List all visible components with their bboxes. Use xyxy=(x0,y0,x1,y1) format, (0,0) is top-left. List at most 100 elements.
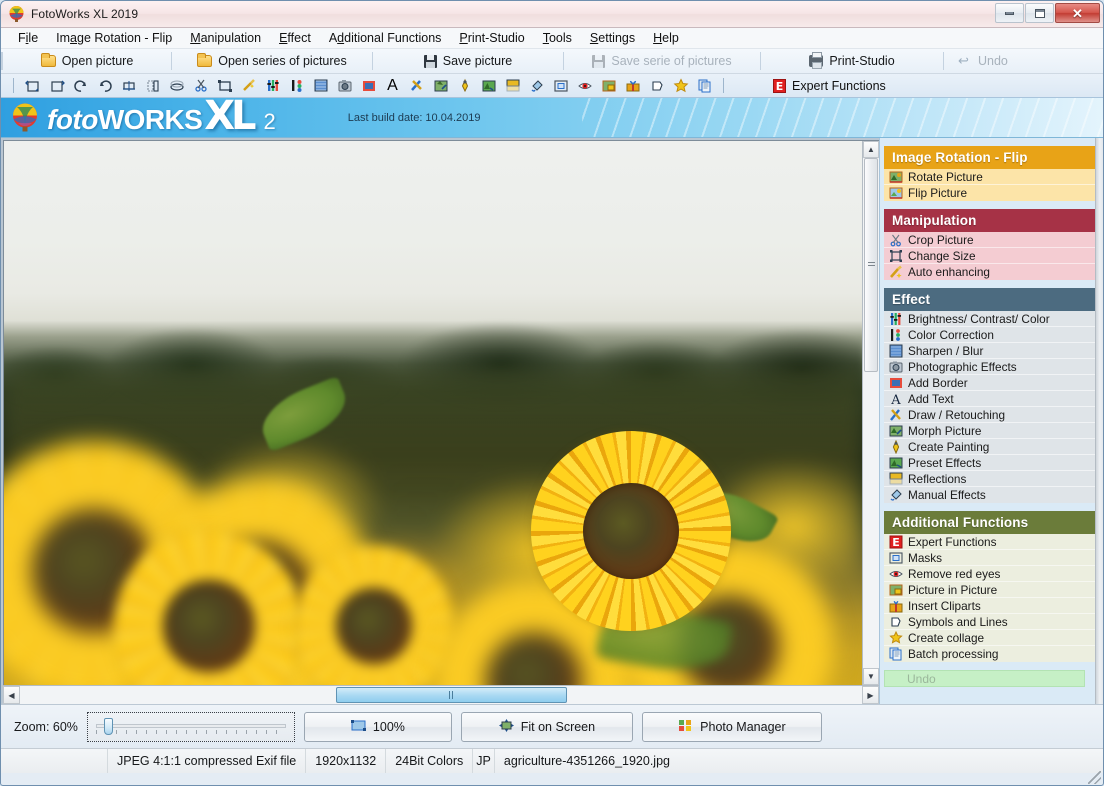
sidebar-item-auto-enhancing[interactable]: Auto enhancing xyxy=(884,264,1095,280)
horizontal-scroll-thumb[interactable] xyxy=(335,687,568,703)
reflections-icon[interactable] xyxy=(501,75,524,96)
group-header-image-rotation-flip[interactable]: Image Rotation - Flip xyxy=(884,146,1095,169)
sidebar-label: Reflections xyxy=(908,471,967,486)
sidebar-item-add-text[interactable]: A Add Text xyxy=(884,391,1095,408)
sidebar-scrollbar[interactable] xyxy=(1095,138,1103,704)
sidebar-item-rotate-picture[interactable]: Rotate Picture xyxy=(884,169,1095,185)
zoom-100-button[interactable]: 100% xyxy=(303,711,452,742)
menu-image-rotation-flip[interactable]: Image Rotation - Flip xyxy=(47,29,181,47)
batch-processing-icon[interactable] xyxy=(693,75,716,96)
zoom-slider[interactable] xyxy=(86,711,295,742)
rotate-right-icon[interactable] xyxy=(45,75,68,96)
sidebar-item-photographic-effects[interactable]: Photographic Effects xyxy=(884,359,1095,375)
sidebar-item-change-size[interactable]: Change Size xyxy=(884,248,1095,264)
flip-vertical-icon[interactable] xyxy=(141,75,164,96)
brightness-contrast-icon[interactable] xyxy=(261,75,284,96)
rotate-ccw-icon[interactable] xyxy=(93,75,116,96)
sidebar-undo-button[interactable]: Undo xyxy=(884,670,1085,687)
zoom-slider-thumb[interactable] xyxy=(103,717,113,735)
save-picture-button[interactable]: Save picture xyxy=(373,49,563,73)
svg-text:A: A xyxy=(890,393,901,406)
sidebar-item-batch-processing[interactable]: Batch processing xyxy=(884,646,1095,662)
flip-horizontal-icon[interactable] xyxy=(117,75,140,96)
group-header-additional-functions[interactable]: Additional Functions xyxy=(884,511,1095,534)
group-header-effect[interactable]: Effect xyxy=(884,288,1095,311)
menu-file[interactable]: File xyxy=(9,29,47,47)
sidebar-item-preset-effects[interactable]: Preset Effects xyxy=(884,455,1095,471)
sidebar-item-symbols-and-lines[interactable]: Symbols and Lines xyxy=(884,614,1095,630)
manual-effects-icon[interactable] xyxy=(525,75,548,96)
sidebar-item-masks[interactable]: Masks xyxy=(884,550,1095,566)
sharpen-blur-icon[interactable] xyxy=(309,75,332,96)
scroll-down-arrow[interactable]: ▼ xyxy=(863,668,879,685)
preset-effects-icon[interactable] xyxy=(477,75,500,96)
scroll-up-arrow[interactable]: ▲ xyxy=(863,141,879,158)
crop-scissors-icon[interactable] xyxy=(189,75,212,96)
sunflower-field-photo[interactable] xyxy=(4,141,862,685)
symbols-and-lines-icon[interactable] xyxy=(645,75,668,96)
sidebar-item-create-collage[interactable]: Create collage xyxy=(884,630,1095,646)
photo-manager-button[interactable]: Photo Manager xyxy=(641,711,822,742)
insert-cliparts-icon[interactable] xyxy=(621,75,644,96)
add-border-icon[interactable] xyxy=(357,75,380,96)
sidebar-item-manual-effects[interactable]: Manual Effects xyxy=(884,487,1095,503)
maximize-button[interactable] xyxy=(1025,3,1054,23)
menu-print-studio[interactable]: Print-Studio xyxy=(450,29,533,47)
draw-retouching-icon[interactable] xyxy=(405,75,428,96)
expert-functions-button[interactable]: E Expert Functions xyxy=(773,78,886,93)
sidebar-item-add-border[interactable]: Add Border xyxy=(884,375,1095,391)
sidebar-item-morph-picture[interactable]: Morph Picture xyxy=(884,423,1095,439)
resize-grip[interactable] xyxy=(1088,771,1101,784)
minimize-button[interactable] xyxy=(995,3,1024,23)
change-size-icon[interactable] xyxy=(213,75,236,96)
sidebar-item-flip-picture[interactable]: Flip Picture xyxy=(884,185,1095,201)
scroll-right-arrow[interactable]: ▶ xyxy=(862,686,879,704)
add-text-icon[interactable]: A xyxy=(381,75,404,96)
sidebar-group-additional-functions: Additional Functions E Expert Functions … xyxy=(884,511,1095,662)
undo-toolbar-button[interactable]: ↩ Undo xyxy=(944,49,1064,73)
sidebar-item-sharpen-blur[interactable]: Sharpen / Blur xyxy=(884,343,1095,359)
sidebar-item-reflections[interactable]: Reflections xyxy=(884,471,1095,487)
sidebar-item-color-correction[interactable]: Color Correction xyxy=(884,327,1095,343)
sidebar-item-crop-picture[interactable]: Crop Picture xyxy=(884,232,1095,248)
sidebar-item-insert-cliparts[interactable]: Insert Cliparts xyxy=(884,598,1095,614)
menu-tools[interactable]: Tools xyxy=(534,29,581,47)
rotate-cw-icon[interactable] xyxy=(69,75,92,96)
horizontal-scroll-track[interactable] xyxy=(20,686,862,704)
vertical-scroll-track[interactable] xyxy=(863,158,879,668)
vertical-scroll-thumb[interactable] xyxy=(864,158,878,373)
group-header-manipulation[interactable]: Manipulation xyxy=(884,209,1095,232)
menu-effect[interactable]: Effect xyxy=(270,29,320,47)
remove-red-eyes-icon[interactable] xyxy=(573,75,596,96)
create-painting-icon[interactable] xyxy=(453,75,476,96)
morph-picture-icon[interactable] xyxy=(429,75,452,96)
masks-icon[interactable] xyxy=(549,75,572,96)
sidebar-item-picture-in-picture[interactable]: Picture in Picture xyxy=(884,582,1095,598)
sidebar-item-draw-retouching[interactable]: Draw / Retouching xyxy=(884,407,1095,423)
close-button[interactable]: ✕ xyxy=(1055,3,1100,23)
sidebar-item-create-painting[interactable]: Create Painting xyxy=(884,439,1095,455)
canvas-horizontal-scrollbar[interactable]: ◀ ▶ xyxy=(3,685,879,704)
photographic-effects-icon[interactable] xyxy=(333,75,356,96)
perspective-icon[interactable] xyxy=(165,75,188,96)
sidebar-item-expert-functions[interactable]: E Expert Functions xyxy=(884,534,1095,550)
color-correction-icon[interactable] xyxy=(285,75,308,96)
save-series-button[interactable]: Save serie of pictures xyxy=(564,49,760,73)
open-picture-button[interactable]: Open picture xyxy=(3,49,171,73)
menu-settings[interactable]: Settings xyxy=(581,29,644,47)
create-collage-icon[interactable] xyxy=(669,75,692,96)
picture-in-picture-icon[interactable] xyxy=(597,75,620,96)
scroll-left-arrow[interactable]: ◀ xyxy=(3,686,20,704)
print-studio-button[interactable]: Print-Studio xyxy=(761,49,943,73)
sidebar-item-remove-red-eyes[interactable]: Remove red eyes xyxy=(884,566,1095,582)
canvas-vertical-scrollbar[interactable]: ▲ ▼ xyxy=(862,141,879,685)
menu-manipulation[interactable]: Manipulation xyxy=(181,29,270,47)
sidebar-item-brightness-contrast-color[interactable]: Brightness/ Contrast/ Color xyxy=(884,311,1095,327)
open-series-button[interactable]: Open series of pictures xyxy=(172,49,372,73)
rotate-left-icon[interactable] xyxy=(21,75,44,96)
menu-additional-functions[interactable]: Additional Functions xyxy=(320,29,451,47)
menu-help[interactable]: Help xyxy=(644,29,688,47)
status-type-truncated: JP xyxy=(473,749,495,773)
auto-enhance-wand-icon[interactable] xyxy=(237,75,260,96)
fit-on-screen-button[interactable]: Fit on Screen xyxy=(460,711,633,742)
